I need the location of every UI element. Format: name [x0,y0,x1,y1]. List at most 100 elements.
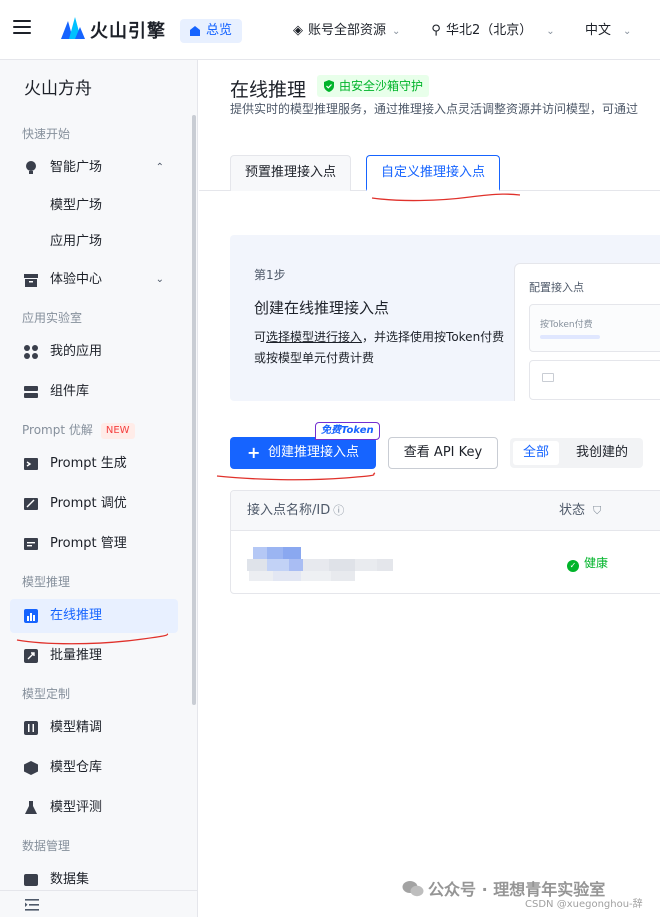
sidebar-item-model-square[interactable]: 模型广场 [10,189,178,223]
column-header-name: 接入点名称/ID ⓘ [247,491,344,531]
shield-icon [324,80,334,92]
chevron-down-icon: ⌄ [546,26,555,37]
account-selector[interactable]: ◈ 账号全部资源 ⌄ [292,21,400,42]
wechat-icon [402,881,424,897]
account-label: 账号全部资源 [308,23,387,38]
view-api-key-button[interactable]: 查看 API Key [388,437,498,469]
group-label-prompt: Prompt 优解 NEW [22,421,135,439]
region-label: 华北2（北京） [446,23,533,38]
check-circle-icon: ✓ [567,560,579,572]
chevron-down-icon: ⌄ [392,26,401,37]
sidebar-item-repository[interactable]: 模型仓库 [10,751,178,785]
sidebar-item-experience[interactable]: 体验中心 ⌄ [10,263,178,297]
sidebar-item-label: Prompt 生成 [50,456,127,471]
terminal-icon [24,458,38,470]
chevron-down-icon: ⌄ [155,274,164,285]
home-label: 总览 [206,23,233,38]
box-icon [24,274,38,287]
sidebar-item-online-inference[interactable]: 在线推理 [10,599,178,633]
library-icon [24,386,38,398]
sidebar-item-finetune[interactable]: 模型精调 [10,711,178,745]
preview-option-label: 按Token付费 [540,320,593,330]
sidebar-item-components[interactable]: 组件库 [10,375,178,409]
tune-icon [24,498,38,510]
flask-icon [25,801,37,814]
volcengine-logo-icon [61,17,85,39]
sidebar-title: 火山方舟 [24,79,92,99]
endpoint-table: 接入点名称/ID ⓘ 状态 ⛉ ✓ 健康 [230,490,660,594]
language-label: 中文 [585,23,612,38]
column-header-status: 状态 ⛉ [559,491,601,531]
sidebar-item-label: 组件库 [50,384,90,399]
language-selector[interactable]: 中文 ⌄ [585,21,631,42]
tab-custom-endpoint[interactable]: 自定义推理接入点 [366,155,501,191]
table-header: 接入点名称/ID ⓘ 状态 ⛉ [231,491,660,531]
location-icon: ⚲ [431,23,441,38]
sidebar-item-label: 在线推理 [50,608,103,623]
top-bar: 火山引擎 总览 ◈ 账号全部资源 ⌄ ⚲ 华北2（北京） ⌄ 中文 ⌄ [0,0,660,60]
sidebar-item-label: 模型仓库 [50,760,103,775]
step-title: 创建在线推理接入点 [254,299,390,317]
free-token-badge: 免费Token [315,422,380,440]
redacted-endpoint-id[interactable] [247,547,399,583]
menu-icon[interactable] [13,20,31,34]
group-label-data: 数据管理 [22,839,71,853]
tab-bar: 预置推理接入点 自定义推理接入点 [199,155,660,191]
sidebar-item-label: 智能广场 [50,160,103,175]
database-icon [24,874,38,886]
image-icon [542,373,554,382]
filter-mine[interactable]: 我创建的 [566,441,638,465]
sliders-icon [24,721,38,735]
filter-all[interactable]: 全部 [513,441,560,465]
sidebar-item-label: 体验中心 [50,272,103,287]
cube-icon [24,761,38,775]
home-button[interactable]: 总览 [180,19,243,43]
preview-placeholder-bar [540,335,600,339]
plus-icon: + [247,443,261,462]
collapse-menu-icon[interactable] [25,899,39,911]
sidebar-item-prompt-gen[interactable]: Prompt 生成 [10,447,178,481]
filter-icon[interactable]: ⛉ [593,504,601,517]
rocket-icon [24,649,38,663]
group-label-applab: 应用实验室 [22,311,83,325]
sidebar-item-prompt-tune[interactable]: Prompt 调优 [10,487,178,521]
main-content: 在线推理 由安全沙箱守护 提供实时的模型推理服务，通过推理接入点灵活调整资源并访… [199,60,660,917]
brand-name[interactable]: 火山引擎 [90,17,166,43]
status-badge: ✓ 健康 [567,553,608,573]
sidebar-footer [0,890,197,917]
sidebar-item-app-square[interactable]: 应用广场 [10,225,178,259]
layers-icon: ◈ [293,23,303,38]
sandbox-tag-label: 由安全沙箱守护 [339,79,424,93]
csdn-watermark: CSDN @xuegonghou-辞 [525,899,643,910]
sidebar-item-label: 模型精调 [50,720,103,735]
sidebar-item-label: Prompt 管理 [50,536,127,551]
column-header-label: 状态 [559,503,586,518]
page-title: 在线推理 [230,79,307,101]
group-label-text: Prompt 优解 [22,423,93,437]
sidebar-item-label: 我的应用 [50,344,103,359]
select-model-link[interactable]: 选择模型进行接入 [266,330,362,344]
group-label-inference: 模型推理 [22,575,71,589]
sidebar-item-square[interactable]: 智能广场 ⌃ [10,151,178,185]
chevron-down-icon: ⌄ [623,26,632,37]
region-selector[interactable]: ⚲ 华北2（北京） ⌄ [430,21,555,42]
sidebar-item-label: 数据集 [50,872,90,887]
preview-title: 配置接入点 [529,281,584,294]
sidebar-scrollbar[interactable] [192,115,196,705]
sidebar-item-my-apps[interactable]: 我的应用 [10,335,178,369]
sidebar-item-batch-inference[interactable]: 批量推理 [10,639,178,673]
step-label: 第1步 [254,268,286,282]
sidebar-item-label: 模型评测 [50,800,103,815]
chevron-up-icon: ⌃ [155,162,164,173]
create-endpoint-button[interactable]: + 创建推理接入点 [230,437,376,469]
step-desc-text: 可 [254,330,267,344]
tab-preset-endpoint[interactable]: 预置推理接入点 [230,155,352,191]
sidebar-item-prompt-manage[interactable]: Prompt 管理 [10,527,178,561]
sidebar-item-label: 批量推理 [50,648,103,663]
onboarding-step-card: 第1步 创建在线推理接入点 可选择模型进行接入，并选择使用按Token付费或按模… [230,235,660,401]
create-endpoint-label: 创建推理接入点 [268,445,360,460]
sidebar-item-evaluation[interactable]: 模型评测 [10,791,178,825]
ownership-filter: 全部 我创建的 [510,438,643,468]
bulb-icon [26,161,36,174]
info-icon[interactable]: ⓘ [333,504,344,517]
